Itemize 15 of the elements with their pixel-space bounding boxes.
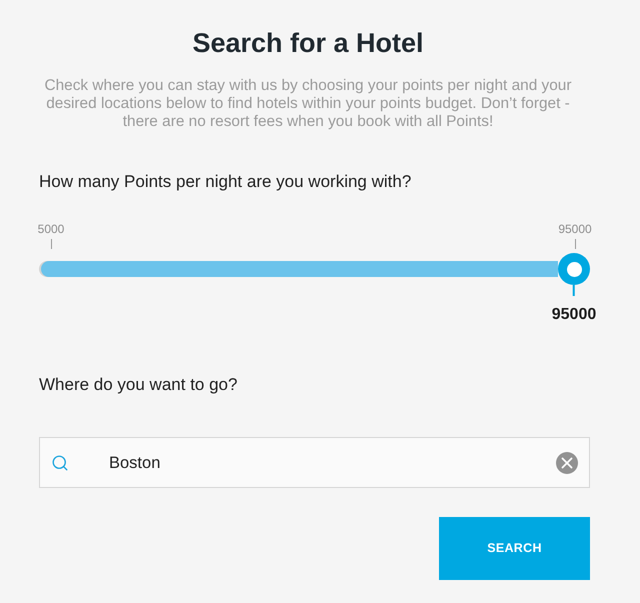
destination-question: Where do you want to go? [39,375,238,395]
value-pointer [573,285,575,296]
slider-thumb[interactable] [558,253,590,285]
destination-field[interactable]: Boston [39,437,590,488]
tick-mark [574,239,576,249]
max-label: 95000 [558,222,592,236]
page-title: Search for a Hotel [192,28,424,58]
search-icon [51,454,69,472]
intro-paragraph: Check where you can stay with us by choosing your points per night and your desired locations below to find hotels within your points budget. Don’t forget - there are no resort fees when you book with all Points! [44,77,572,131]
min-label: 5000 [38,222,64,236]
clear-icon[interactable] [556,452,578,474]
points-value: 95000 [552,306,596,324]
destination-value: Boston [109,452,160,472]
tick-mark [50,239,52,249]
points-question: How many Points per night are you working with? [39,172,412,192]
